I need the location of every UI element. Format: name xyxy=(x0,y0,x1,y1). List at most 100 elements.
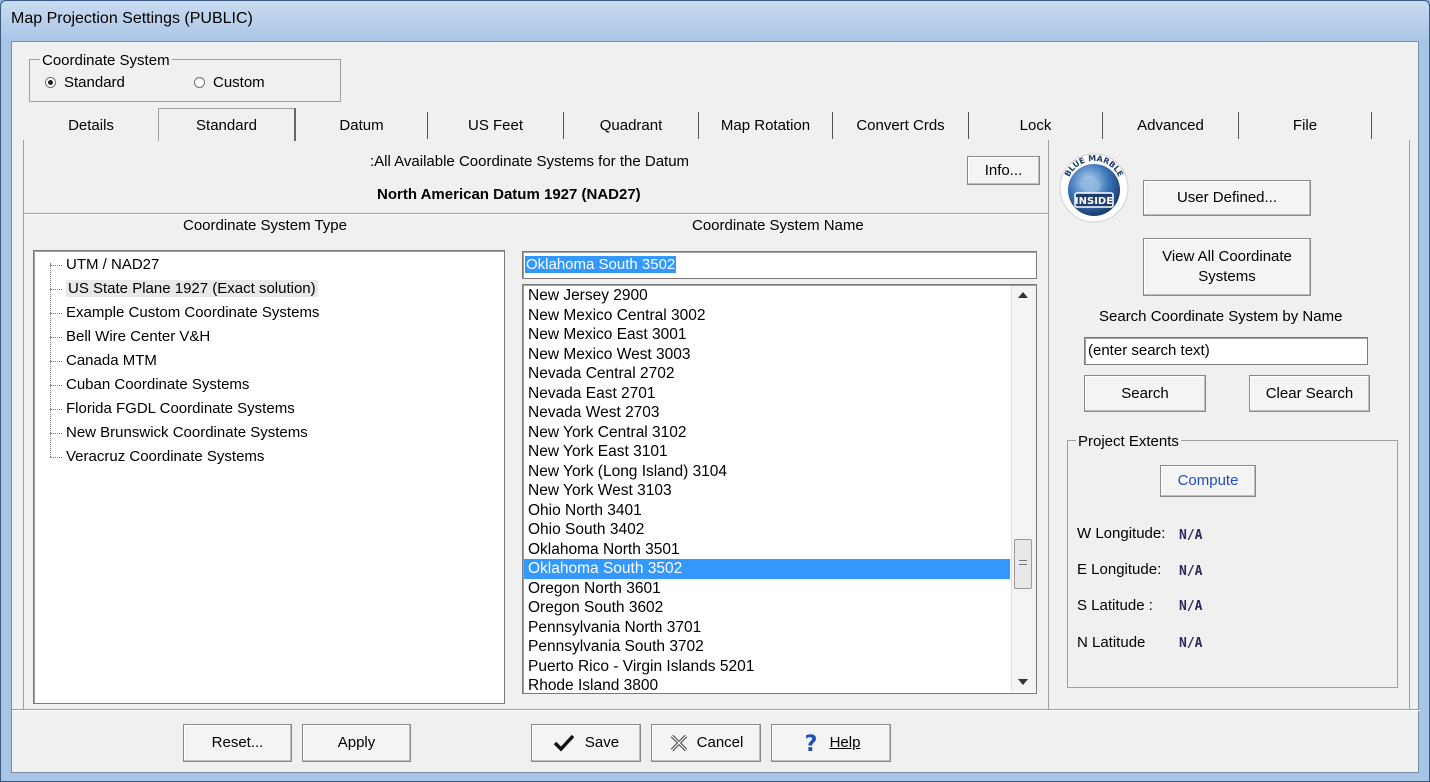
tab-convert-crds-label: Convert Crds xyxy=(856,117,945,134)
blue-marble-logo: BLUE MARBLE INSIDE xyxy=(1055,148,1133,226)
cancel-button-label: Cancel xyxy=(696,734,744,751)
user-defined-button[interactable]: User Defined... xyxy=(1143,180,1311,216)
view-all-coordinate-systems-button[interactable]: View All Coordinate Systems xyxy=(1143,238,1311,296)
list-item[interactable]: Rhode Island 3800 xyxy=(524,676,1010,693)
radio-standard[interactable]: Standard xyxy=(45,74,125,91)
tab-details[interactable]: Details xyxy=(24,112,159,139)
info-button[interactable]: Info... xyxy=(967,156,1040,185)
radio-custom-dot[interactable] xyxy=(194,77,205,88)
tree-item[interactable]: Bell Wire Center V&H xyxy=(49,328,210,345)
search-input-text: (enter search text) xyxy=(1088,342,1210,359)
info-button-label: Info... xyxy=(984,161,1023,179)
tree-item[interactable]: New Brunswick Coordinate Systems xyxy=(50,424,308,441)
search-input[interactable]: (enter search text) xyxy=(1084,337,1368,365)
tab-map-rotation-label: Map Rotation xyxy=(720,117,811,134)
tab-standard[interactable]: Standard xyxy=(158,108,296,141)
tree-item[interactable]: Cuban Coordinate Systems xyxy=(49,376,249,393)
coordinate-name-list[interactable]: New Jersey 2900 New Mexico Central 3002 … xyxy=(522,284,1037,694)
radio-custom[interactable]: Custom xyxy=(194,74,265,91)
type-column-header: Coordinate System Type xyxy=(183,217,347,234)
list-item[interactable]: New York East 3101 xyxy=(524,442,1010,462)
tab-us-feet[interactable]: US Feet xyxy=(428,112,564,139)
search-button[interactable]: Search xyxy=(1084,375,1206,412)
panel-divider xyxy=(1048,140,1049,710)
coordinate-system-group-label: Coordinate System xyxy=(40,52,172,69)
compute-button[interactable]: Compute xyxy=(1160,465,1256,497)
list-item-selected[interactable]: Oklahoma South 3502 xyxy=(524,559,1010,579)
list-item[interactable]: Pennsylvania North 3701 xyxy=(524,618,1010,638)
w-longitude-value: N/A xyxy=(1179,528,1203,543)
list-item[interactable]: Nevada Central 2702 xyxy=(524,364,1010,384)
save-button-label: Save xyxy=(584,734,620,751)
scroll-thumb[interactable] xyxy=(1014,539,1032,589)
radio-standard-dot[interactable] xyxy=(45,77,56,88)
list-item[interactable]: New Jersey 2900 xyxy=(524,286,1010,306)
list-item[interactable]: Oregon North 3601 xyxy=(524,579,1010,599)
user-defined-button-label: User Defined... xyxy=(1176,189,1278,206)
available-systems-caption: :All Available Coordinate Systems for th… xyxy=(370,153,690,170)
scroll-up-arrow-icon[interactable] xyxy=(1018,292,1028,298)
list-item[interactable]: New York West 3103 xyxy=(524,481,1010,501)
search-label: Search Coordinate System by Name xyxy=(1099,308,1343,325)
list-item[interactable]: Nevada East 2701 xyxy=(524,384,1010,404)
tab-lock[interactable]: Lock xyxy=(969,112,1103,139)
tab-quadrant-label: Quadrant xyxy=(599,117,663,134)
tree-item-selected[interactable]: US State Plane 1927 (Exact solution) xyxy=(50,280,318,297)
tab-map-rotation[interactable]: Map Rotation xyxy=(699,112,833,139)
list-item[interactable]: Puerto Rico - Virgin Islands 5201 xyxy=(524,657,1010,677)
tab-advanced-label: Advanced xyxy=(1137,117,1204,134)
dialog-client: Coordinate System Standard Custom Detail… xyxy=(11,41,1420,773)
tab-convert-crds[interactable]: Convert Crds xyxy=(833,112,969,139)
list-item[interactable]: New York (Long Island) 3104 xyxy=(524,462,1010,482)
list-item[interactable]: Ohio South 3402 xyxy=(524,520,1010,540)
tree-item[interactable]: Example Custom Coordinate Systems xyxy=(49,304,319,321)
help-button[interactable]: ? Help xyxy=(771,724,891,762)
coordinate-name-items: New Jersey 2900 New Mexico Central 3002 … xyxy=(524,286,1010,693)
tree-item[interactable]: UTM / NAD27 xyxy=(49,256,159,273)
radio-standard-label: Standard xyxy=(64,74,125,91)
s-latitude-value: N/A xyxy=(1179,599,1203,614)
dialog-window: Map Projection Settings (PUBLIC) Coordin… xyxy=(0,0,1430,782)
apply-button[interactable]: Apply xyxy=(302,724,411,762)
save-button[interactable]: Save xyxy=(531,724,641,762)
list-item[interactable]: Pennsylvania South 3702 xyxy=(524,637,1010,657)
reset-button[interactable]: Reset... xyxy=(183,724,292,762)
n-latitude-label: N Latitude xyxy=(1077,634,1146,651)
tab-quadrant[interactable]: Quadrant xyxy=(564,112,699,139)
list-item[interactable]: New Mexico West 3003 xyxy=(524,345,1010,365)
e-longitude-label: E Longitude: xyxy=(1077,561,1162,578)
question-mark-icon: ? xyxy=(804,732,817,755)
list-item[interactable]: New Mexico Central 3002 xyxy=(524,306,1010,326)
list-item[interactable]: Oklahoma North 3501 xyxy=(524,540,1010,560)
search-button-label: Search xyxy=(1121,384,1169,402)
footer-separator xyxy=(12,709,1420,711)
coordinate-type-tree[interactable]: UTM / NAD27 US State Plane 1927 (Exact s… xyxy=(33,250,505,704)
cancel-button[interactable]: Cancel xyxy=(651,724,761,762)
help-button-label: Help xyxy=(829,734,861,751)
scroll-down-arrow-icon[interactable] xyxy=(1018,679,1028,685)
list-scrollbar[interactable] xyxy=(1011,286,1036,692)
tab-lock-label: Lock xyxy=(1019,117,1052,134)
scroll-thumb-grip-icon xyxy=(1019,560,1027,565)
list-item[interactable]: Ohio North 3401 xyxy=(524,501,1010,521)
list-item[interactable]: New York Central 3102 xyxy=(524,423,1010,443)
title-bar[interactable]: Map Projection Settings (PUBLIC) xyxy=(1,1,1429,39)
name-column-header: Coordinate System Name xyxy=(692,217,864,234)
tab-datum[interactable]: Datum xyxy=(296,112,428,139)
coordinate-name-value: Oklahoma South 3502 xyxy=(525,256,677,273)
list-item[interactable]: Nevada West 2703 xyxy=(524,403,1010,423)
datum-name: North American Datum 1927 (NAD27) xyxy=(377,186,641,203)
view-all-button-label: View All Coordinate Systems xyxy=(1162,248,1292,285)
coordinate-name-field[interactable]: Oklahoma South 3502 xyxy=(522,251,1037,279)
clear-search-button[interactable]: Clear Search xyxy=(1249,375,1370,412)
compute-button-label: Compute xyxy=(1177,472,1239,489)
tree-item[interactable]: Florida FGDL Coordinate Systems xyxy=(50,400,295,417)
tab-standard-label: Standard xyxy=(196,116,257,134)
list-item[interactable]: Oregon South 3602 xyxy=(524,598,1010,618)
tree-item[interactable]: Veracruz Coordinate Systems xyxy=(49,448,264,465)
tree-item[interactable]: Canada MTM xyxy=(50,352,157,369)
e-longitude-value: N/A xyxy=(1179,564,1203,579)
list-item[interactable]: New Mexico East 3001 xyxy=(524,325,1010,345)
tab-advanced[interactable]: Advanced xyxy=(1103,112,1239,139)
tab-file[interactable]: File xyxy=(1239,112,1372,139)
